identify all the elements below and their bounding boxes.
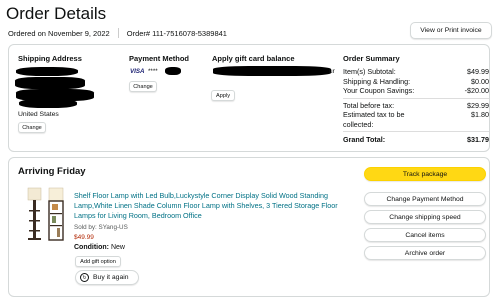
archive-order-button[interactable]: Archive order (364, 246, 486, 260)
sold-by: Sold by: SYang-US (74, 224, 128, 231)
order-meta: Ordered on November 9, 2022 Order# 111-7… (8, 28, 227, 38)
summary-divider (343, 131, 489, 132)
condition-value: New (110, 244, 125, 251)
summary-label: Your Coupon Savings: (343, 86, 415, 95)
summary-label: Total before tax: (343, 100, 395, 110)
view-print-invoice-button[interactable]: View or Print invoice (410, 22, 492, 39)
summary-row-total-before-tax: Total before tax: $29.99 (343, 101, 489, 111)
summary-value: -$20.00 (464, 86, 489, 95)
redacted-name (16, 67, 78, 76)
redacted-card-digits (165, 67, 181, 75)
change-payment-method-button[interactable]: Change (129, 81, 157, 92)
shipping-address-title: Shipping Address (18, 54, 82, 63)
add-gift-option-button[interactable]: Add gift option (75, 256, 121, 267)
shipping-country: United States (18, 111, 59, 118)
change-payment-method-action-button[interactable]: Change Payment Method (364, 192, 486, 206)
summary-row-subtotal: Item(s) Subtotal: $49.99 (343, 67, 489, 77)
grand-total-label: Grand Total: (343, 135, 386, 144)
summary-value: $49.99 (467, 67, 489, 76)
summary-row-estimated-tax-cont: collected: (343, 120, 489, 130)
product-title-link[interactable]: Shelf Floor Lamp with Led Bulb,Luckystyl… (74, 191, 360, 221)
page-title: Order Details (6, 4, 107, 23)
summary-value: $0.00 (471, 76, 489, 86)
ordered-on-date: Ordered on November 9, 2022 (8, 28, 110, 38)
cancel-items-button[interactable]: Cancel items (364, 228, 486, 242)
summary-label: Estimated tax to be (343, 110, 405, 119)
summary-row-coupon: Your Coupon Savings: -$20.00 (343, 86, 489, 96)
visa-card-icon: VISA (130, 68, 145, 75)
order-number: Order# 111-7516078-5389841 (126, 28, 227, 38)
shipping-address-section: Shipping Address (18, 54, 82, 63)
item-price: $49.99 (74, 234, 94, 241)
summary-row-grand-total: Grand Total: $31.79 (343, 135, 489, 145)
track-package-button[interactable]: Track package (364, 167, 486, 181)
redacted-gift-card-field (213, 66, 331, 76)
gift-card-trailing-text: ur (329, 68, 335, 75)
summary-value: $1.80 (471, 110, 489, 119)
summary-divider (343, 97, 489, 99)
payment-method-section: Payment Method (129, 54, 189, 63)
buy-it-again-label: Buy it again (93, 274, 129, 281)
redacted-zip (19, 99, 77, 108)
order-info-card: Shipping Address United States Change Pa… (8, 44, 490, 152)
order-summary-title: Order Summary (343, 54, 400, 63)
product-image[interactable] (21, 186, 71, 244)
apply-gift-card-button[interactable]: Apply (211, 90, 235, 101)
summary-label: Item(s) Subtotal: (343, 67, 396, 76)
summary-label: Shipping & Handling: (343, 76, 411, 86)
item-condition: Condition: New (74, 244, 125, 251)
condition-label: Condition: (74, 244, 109, 251)
refresh-icon: ↻ (80, 273, 89, 282)
payment-method-title: Payment Method (129, 54, 190, 63)
meta-divider (117, 28, 119, 38)
change-shipping-speed-button[interactable]: Change shipping speed (364, 210, 486, 224)
summary-row-shipping: Shipping & Handling: $0.00 (343, 77, 489, 87)
redacted-street (15, 77, 85, 89)
buy-it-again-button[interactable]: ↻ Buy it again (75, 270, 139, 285)
summary-label: collected: (343, 119, 374, 129)
gift-card-title: Apply gift card balance (212, 54, 295, 63)
summary-value: $29.99 (467, 100, 489, 110)
arriving-date: Arriving Friday (18, 166, 86, 177)
grand-total-value: $31.79 (467, 135, 489, 144)
shipment-card: Arriving Friday Shelf Floor Lamp with Le… (8, 157, 490, 297)
change-shipping-address-button[interactable]: Change (18, 122, 46, 133)
summary-row-estimated-tax: Estimated tax to be $1.80 (343, 110, 489, 120)
card-number-mask: **** (148, 68, 158, 75)
gift-card-section: Apply gift card balance (212, 54, 295, 63)
order-summary: Order Summary Item(s) Subtotal: $49.99 S… (343, 54, 489, 145)
